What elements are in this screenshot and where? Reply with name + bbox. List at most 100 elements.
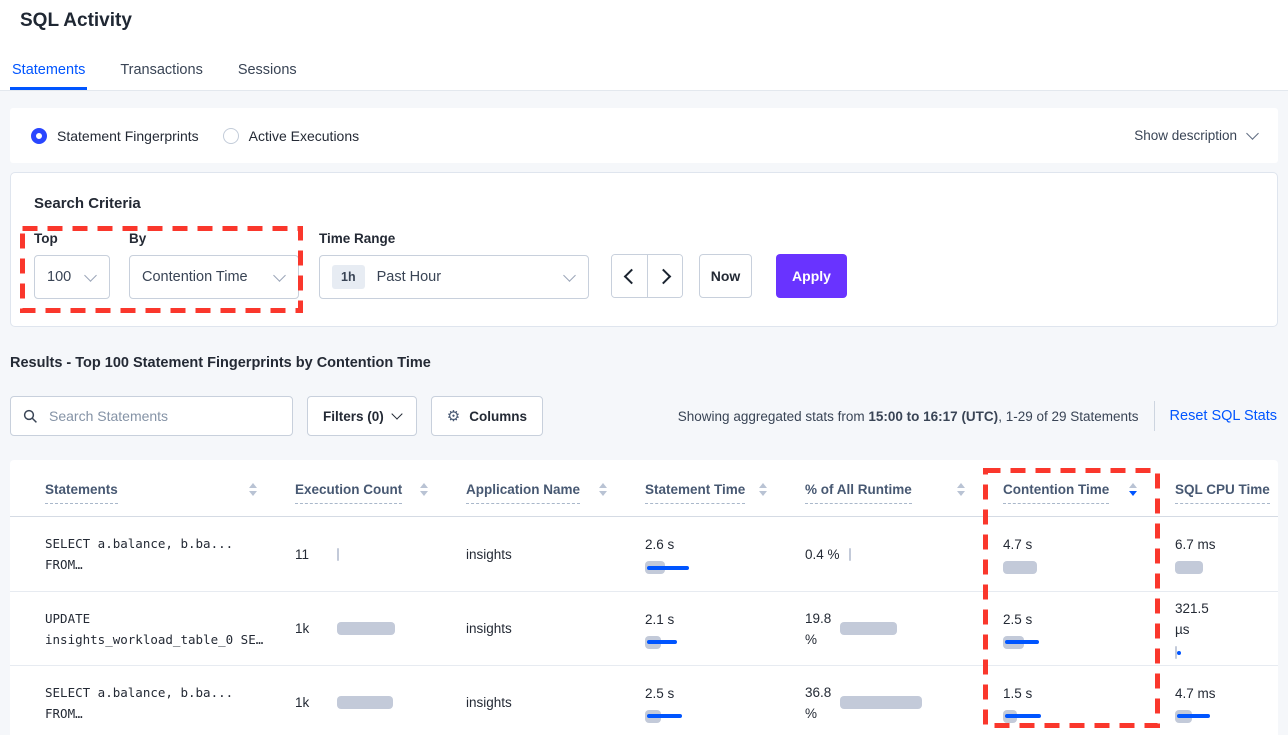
columns-button[interactable]: ⚙ Columns xyxy=(431,396,543,436)
table-row: SELECT a.balance, b.ba... FROM… 11 insig… xyxy=(10,517,1278,592)
contention-time-cell: 1.5 s xyxy=(1003,683,1175,723)
top-field: Top 100 xyxy=(34,231,110,299)
time-prev-button[interactable] xyxy=(612,255,647,297)
bar-chart xyxy=(1175,561,1250,574)
sort-desc-icon xyxy=(1129,483,1137,496)
time-range-label: Time Range xyxy=(319,231,589,246)
statement-fingerprint-link[interactable]: SELECT a.balance, b.ba... FROM… xyxy=(45,682,295,724)
stats-summary-text: Showing aggregated stats from 15:00 to 1… xyxy=(678,409,1139,424)
time-range-value: Past Hour xyxy=(377,269,441,285)
column-header-application-name[interactable]: Application Name xyxy=(466,482,645,516)
vertical-divider xyxy=(1154,401,1155,431)
statement-time-cell: 2.6 s xyxy=(645,534,805,574)
tab-statements[interactable]: Statements xyxy=(10,62,87,90)
columns-button-label: Columns xyxy=(469,409,527,424)
chevron-down-icon xyxy=(273,269,286,282)
time-range-field: Time Range 1h Past Hour xyxy=(319,231,589,299)
bar-chart xyxy=(1003,710,1147,723)
time-nav-group xyxy=(611,254,683,298)
statement-fingerprints-radio[interactable]: Statement Fingerprints xyxy=(31,128,199,144)
chevron-left-icon xyxy=(624,268,640,284)
time-range-select[interactable]: 1h Past Hour xyxy=(319,255,589,299)
table-row: UPDATE insights_workload_table_0 SE… 1k … xyxy=(10,592,1278,666)
apply-button[interactable]: Apply xyxy=(776,254,847,298)
statement-fingerprint-link[interactable]: SELECT a.balance, b.ba... FROM… xyxy=(45,533,295,575)
statement-fingerprint-link[interactable]: UPDATE insights_workload_table_0 SE… xyxy=(45,608,295,650)
contention-time-cell: 2.5 s xyxy=(1003,609,1175,649)
top-label: Top xyxy=(34,231,110,246)
application-name-cell: insights xyxy=(466,693,645,712)
by-field: By Contention Time xyxy=(129,231,299,299)
bar-chart xyxy=(840,696,922,709)
reset-sql-stats-link[interactable]: Reset SQL Stats xyxy=(1170,408,1277,424)
table-header-row: Statements Execution Count Application N… xyxy=(10,460,1278,517)
search-criteria-card: Search Criteria Top 100 By Contention Ti… xyxy=(10,172,1278,327)
sort-icon xyxy=(249,483,257,496)
bar-chart xyxy=(645,561,777,574)
search-icon xyxy=(23,409,38,424)
application-name-cell: insights xyxy=(466,619,645,638)
results-heading: Results - Top 100 Statement Fingerprints… xyxy=(10,355,431,371)
bar-chart xyxy=(337,622,395,635)
bar-chart xyxy=(840,622,897,635)
column-header-sql-cpu-time[interactable]: SQL CPU Time xyxy=(1175,482,1278,516)
chevron-down-icon xyxy=(84,269,97,282)
search-statements-input[interactable] xyxy=(47,407,280,425)
show-description-toggle[interactable]: Show description xyxy=(1134,128,1257,143)
view-toggle-bar: Statement Fingerprints Active Executions… xyxy=(10,108,1278,163)
sort-icon xyxy=(759,483,767,496)
filters-button[interactable]: Filters (0) xyxy=(307,396,417,436)
percent-runtime-cell: 36.8% xyxy=(805,682,1003,724)
chevron-down-icon xyxy=(1246,127,1259,140)
tab-transactions[interactable]: Transactions xyxy=(118,62,204,90)
sql-activity-page: SQL Activity Statements Transactions Ses… xyxy=(0,0,1288,735)
top-select[interactable]: 100 xyxy=(34,255,110,299)
page-header: SQL Activity Statements Transactions Ses… xyxy=(0,0,1288,91)
stats-summary-area: Showing aggregated stats from 15:00 to 1… xyxy=(678,401,1277,431)
by-label: By xyxy=(129,231,299,246)
execution-count-cell: 1k xyxy=(295,619,466,638)
sql-cpu-time-cell: 321.5µs xyxy=(1175,598,1278,659)
statement-fingerprints-label: Statement Fingerprints xyxy=(57,128,199,144)
by-select[interactable]: Contention Time xyxy=(129,255,299,299)
now-button[interactable]: Now xyxy=(699,254,752,298)
bar-chart xyxy=(1003,561,1147,574)
tab-bar: Statements Transactions Sessions xyxy=(10,62,299,90)
execution-count-cell: 1k xyxy=(295,693,466,712)
statement-time-cell: 2.5 s xyxy=(645,683,805,723)
bar-chart xyxy=(1003,636,1147,649)
filters-button-label: Filters (0) xyxy=(323,409,384,424)
bar-chart xyxy=(645,636,777,649)
column-header-statements[interactable]: Statements xyxy=(45,482,295,516)
column-header-statement-time[interactable]: Statement Time xyxy=(645,482,805,516)
chevron-right-icon xyxy=(655,268,671,284)
chevron-down-icon xyxy=(391,408,402,419)
tab-sessions[interactable]: Sessions xyxy=(236,62,299,90)
sort-icon xyxy=(599,483,607,496)
sql-cpu-time-cell: 6.7 ms xyxy=(1175,534,1278,574)
column-header-execution-count[interactable]: Execution Count xyxy=(295,482,466,516)
top-select-value: 100 xyxy=(47,269,71,285)
column-header-percent-runtime[interactable]: % of All Runtime xyxy=(805,482,1003,516)
bar-chart xyxy=(337,548,339,561)
radio-unchecked-icon xyxy=(223,128,239,144)
percent-runtime-cell: 0.4 % xyxy=(805,544,1003,565)
application-name-cell: insights xyxy=(466,545,645,564)
statements-table: Statements Execution Count Application N… xyxy=(10,460,1278,735)
radio-checked-icon xyxy=(31,128,47,144)
show-description-label: Show description xyxy=(1134,128,1237,143)
search-box xyxy=(10,396,293,436)
search-criteria-title: Search Criteria xyxy=(34,195,141,212)
execution-count-cell: 11 xyxy=(295,545,466,564)
sql-cpu-time-cell: 4.7 ms xyxy=(1175,683,1278,723)
chevron-down-icon xyxy=(563,269,576,282)
bar-chart xyxy=(337,696,393,709)
time-range-badge: 1h xyxy=(332,265,365,289)
bar-chart xyxy=(1175,710,1250,723)
table-row: SELECT a.balance, b.ba... FROM… 1k insig… xyxy=(10,666,1278,735)
statement-time-cell: 2.1 s xyxy=(645,609,805,649)
time-next-button[interactable] xyxy=(647,255,682,297)
column-header-contention-time[interactable]: Contention Time xyxy=(1003,482,1175,516)
percent-runtime-cell: 19.8% xyxy=(805,608,1003,650)
active-executions-radio[interactable]: Active Executions xyxy=(223,128,360,144)
